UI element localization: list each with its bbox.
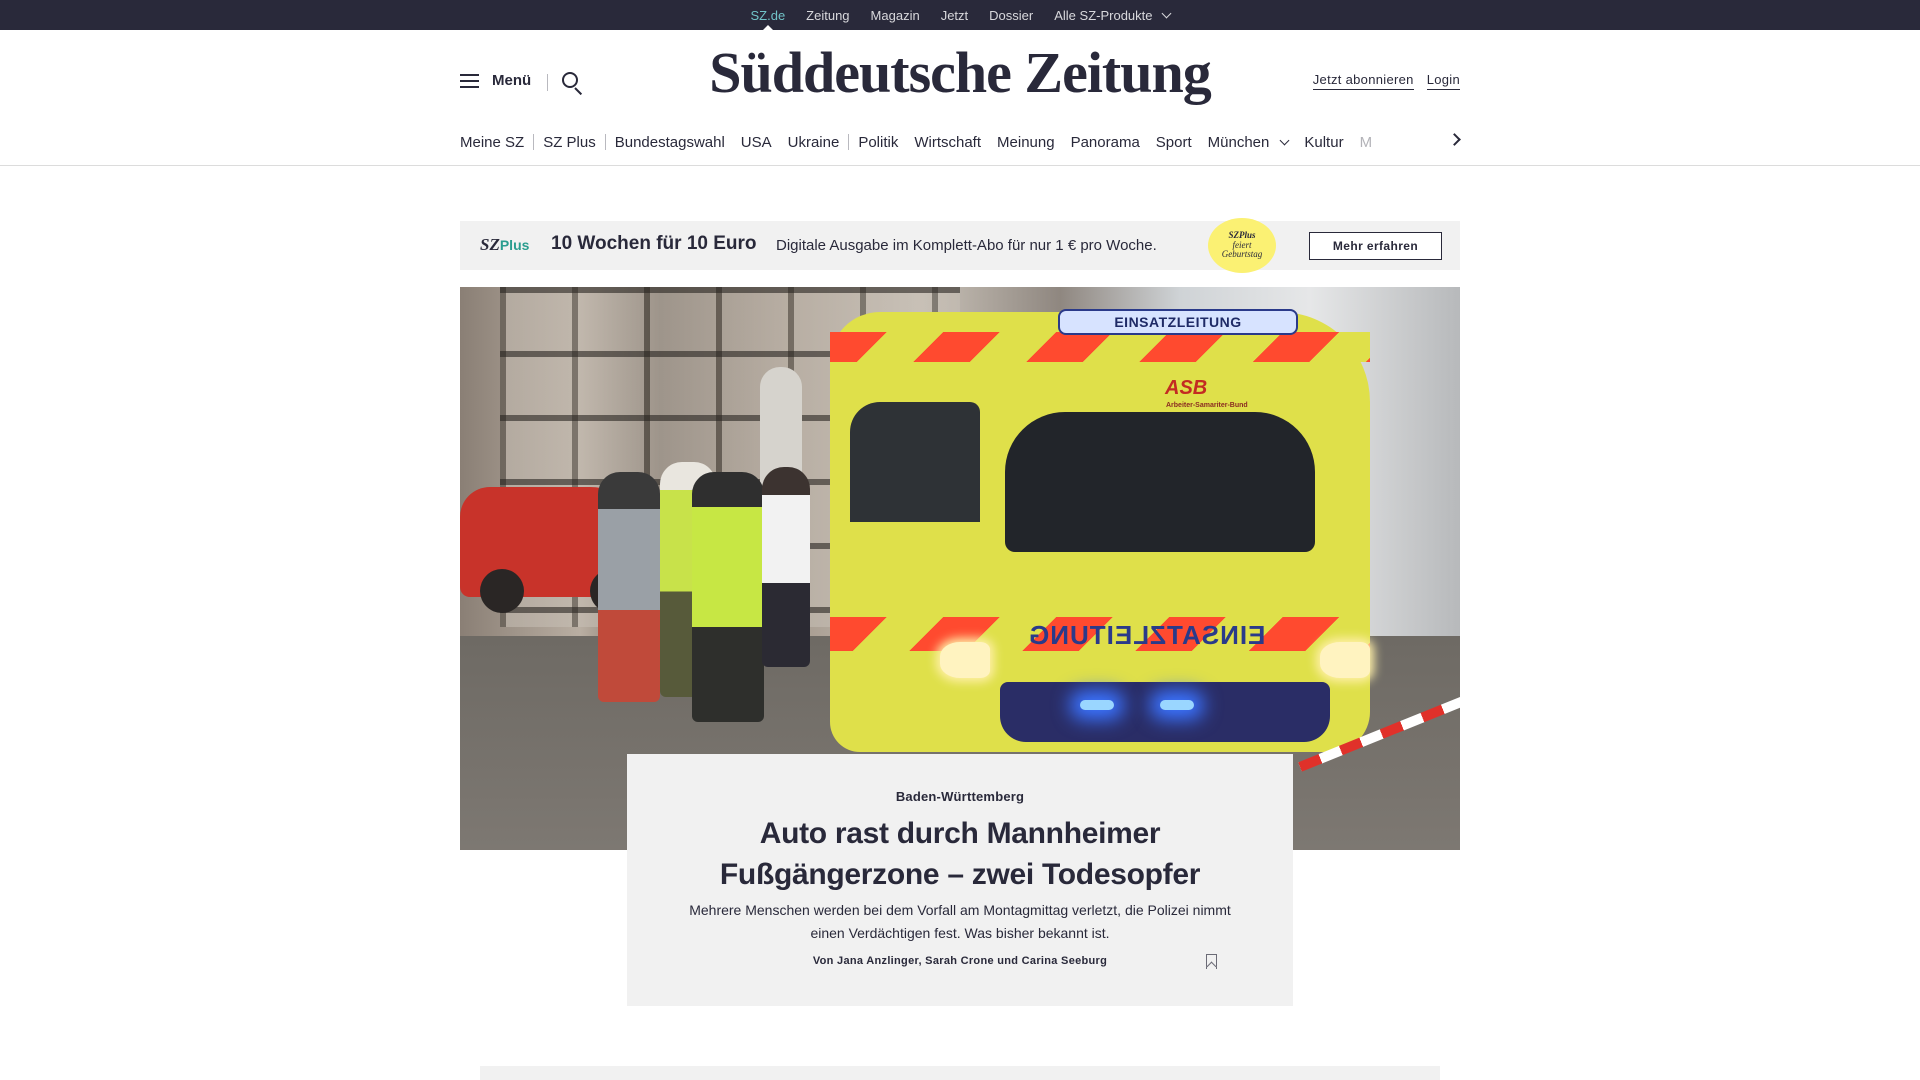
product-link-zeitung[interactable]: Zeitung: [806, 0, 849, 30]
product-link-magazin[interactable]: Magazin: [871, 0, 920, 30]
nav-item-politik[interactable]: Politik: [858, 134, 898, 151]
bystander-figure: [762, 467, 810, 667]
chevron-down-icon: [1161, 8, 1171, 18]
section-nav: Meine SZ SZ Plus Bundestagswahl USA Ukra…: [460, 130, 1460, 154]
nav-item-muenchen[interactable]: München: [1207, 133, 1290, 151]
ambulance-van: [830, 312, 1370, 752]
headline-line-1: Auto rast durch Mannheimer: [759, 817, 1161, 850]
anniversary-badge: SZPlus feiert Geburtstag: [1208, 218, 1276, 273]
sz-plus-logo-plus: Plus: [499, 237, 530, 253]
bookmark-icon[interactable]: [1206, 954, 1217, 969]
product-nav: SZ.de Zeitung Magazin Jetzt Dossier Alle…: [0, 0, 1920, 30]
next-section-strip: [480, 1066, 1440, 1080]
nav-fade: [1405, 128, 1445, 156]
nav-divider: [848, 134, 850, 150]
nav-item-wirtschaft[interactable]: Wirtschaft: [914, 134, 981, 151]
subscription-promo: SZPlus 10 Wochen für 10 Euro Digitale Au…: [460, 218, 1460, 273]
subscribe-link[interactable]: Jetzt abonnieren: [1312, 72, 1414, 90]
nav-item-muenchen-label: München: [1207, 133, 1270, 151]
nav-item-sport[interactable]: Sport: [1156, 134, 1192, 151]
nav-item-panorama[interactable]: Panorama: [1071, 134, 1140, 151]
nav-item-meinung[interactable]: Meinung: [997, 134, 1055, 151]
product-link-alle-label: Alle SZ-Produkte: [1054, 7, 1153, 23]
product-link-alle[interactable]: Alle SZ-Produkte: [1054, 0, 1171, 30]
nav-item-more[interactable]: M: [1360, 134, 1373, 151]
van-hood-text: EINSATZLEITUNG: [1028, 620, 1266, 650]
promo-headline: 10 Wochen für 10 Euro: [551, 233, 757, 254]
sz-plus-logo-sz: SZ: [480, 235, 500, 254]
site-header: Menü Süddeutsche Zeitung Jetzt abonniere…: [0, 30, 1920, 166]
learn-more-button[interactable]: Mehr erfahren: [1309, 232, 1442, 260]
nav-item-sz-plus[interactable]: SZ Plus: [543, 134, 596, 151]
headline-line-2: Fußgängerzone – zwei Todesopfer: [719, 858, 1201, 891]
nav-item-bundestagswahl[interactable]: Bundestagswahl: [615, 134, 725, 151]
nav-item-usa[interactable]: USA: [741, 134, 772, 151]
nav-divider: [604, 134, 606, 150]
product-link-szde[interactable]: SZ.de: [750, 0, 785, 30]
article-headline[interactable]: Auto rast durch Mannheimer Fußgängerzone…: [627, 813, 1293, 895]
chevron-down-icon: [1279, 135, 1290, 145]
badge-line-3: Geburtstag: [1221, 249, 1263, 260]
article-byline: Von Jana Anzlinger, Sarah Crone und Cari…: [812, 955, 1108, 967]
lead-article-teaser[interactable]: Baden-Württemberg Auto rast durch Mannhe…: [627, 754, 1293, 1006]
sz-plus-logo: SZPlus: [480, 235, 529, 255]
product-link-dossier[interactable]: Dossier: [989, 0, 1033, 30]
nav-item-kultur[interactable]: Kultur: [1304, 134, 1343, 151]
account-links: Jetzt abonnieren Login: [1312, 72, 1460, 90]
login-link[interactable]: Login: [1426, 72, 1460, 90]
article-kicker: Baden-Württemberg: [895, 789, 1025, 804]
paramedic-figure: [598, 472, 660, 702]
van-lightbar-text: EINSATZLEITUNG: [1058, 309, 1298, 335]
asb-subtext: Arbeiter-Samariter-Bund: [1166, 402, 1248, 409]
nav-item-meine-sz[interactable]: Meine SZ: [460, 134, 524, 151]
nav-divider: [533, 134, 535, 150]
asb-logo: ASB: [1165, 377, 1208, 399]
article-summary: Mehrere Menschen werden bei dem Vorfall …: [689, 902, 1231, 941]
police-officer-figure: [692, 472, 764, 722]
nav-item-ukraine[interactable]: Ukraine: [788, 134, 840, 151]
product-link-jetzt[interactable]: Jetzt: [941, 0, 968, 30]
promo-text: Digitale Ausgabe im Komplett-Abo für nur…: [776, 237, 1157, 254]
site-logo[interactable]: Süddeutsche Zeitung: [0, 44, 1920, 102]
product-bar: SZ.de Zeitung Magazin Jetzt Dossier Alle…: [0, 0, 1920, 30]
